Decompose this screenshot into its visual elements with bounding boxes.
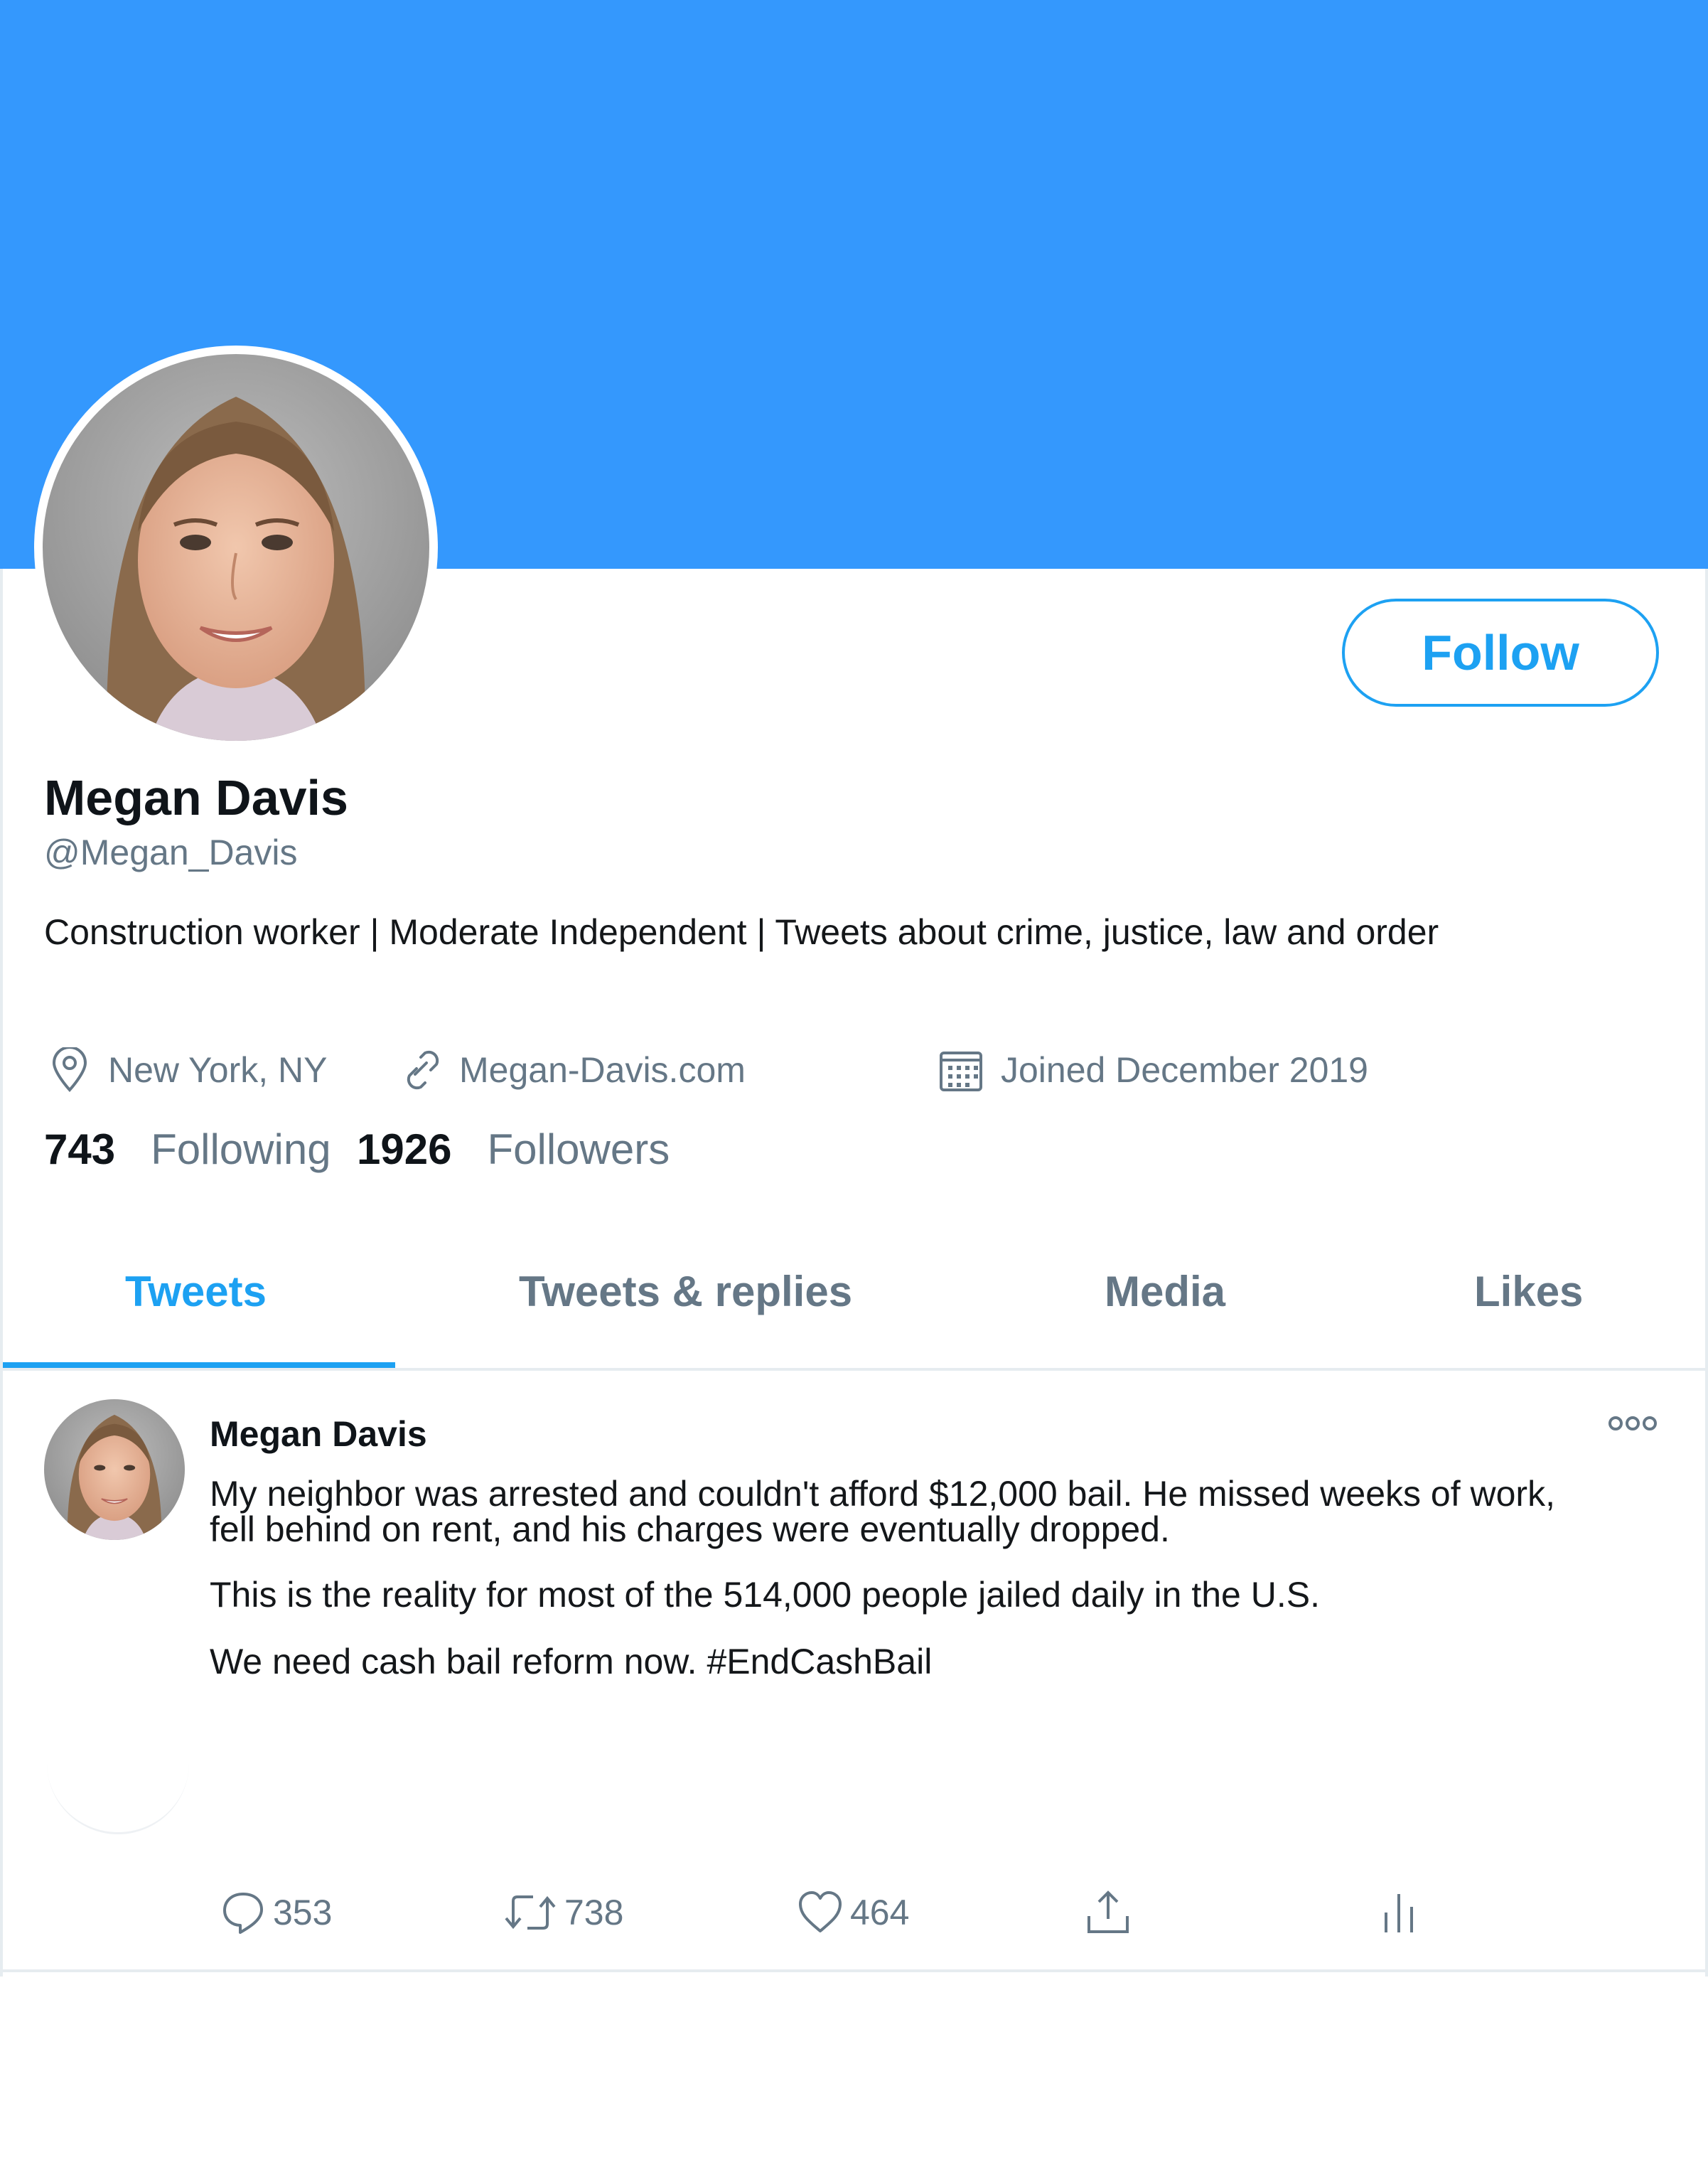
analytics-icon [1385,1894,1413,1932]
faded-avatar-outline [47,1692,189,1834]
calendar-icon [940,1052,982,1091]
followers-count: 1926 [357,1125,452,1173]
location-pin-icon [52,1047,87,1092]
tweet-text-line1: My neighbor was arrested and couldn't af… [210,1474,1555,1514]
website-link[interactable]: Megan-Davis.com [459,1049,746,1091]
profile-location: New York, NY [48,1045,327,1095]
followers-stat[interactable]: 1926 Followers [357,1125,670,1174]
tweet-author[interactable]: Megan Davis [210,1413,427,1455]
analytics-button[interactable] [1382,1884,1423,1941]
location-text: New York, NY [108,1050,328,1090]
tweet-more-button[interactable] [1608,1415,1658,1435]
tab-tweets-replies[interactable]: Tweets & replies [519,1267,852,1316]
profile-handle: @Megan_Davis [44,833,298,872]
tab-media[interactable]: Media [1105,1267,1225,1316]
retweet-count: 738 [564,1893,624,1932]
active-tab-indicator [3,1362,395,1368]
following-label: Following [151,1125,331,1173]
reply-icon [223,1893,263,1934]
retweet-button[interactable]: 738 [502,1884,623,1941]
tweet-text-line2: fell behind on rent, and his charges wer… [210,1509,1170,1549]
follow-button[interactable]: Follow [1342,599,1659,707]
link-icon [407,1050,439,1090]
share-icon [1087,1890,1129,1933]
heart-icon [799,1891,842,1932]
tweet-text-para3: We need cash bail reform now. #EndCashBa… [210,1642,933,1681]
profile-name: Megan Davis [44,770,348,825]
reply-count: 353 [273,1893,333,1932]
tweet-text-para2: This is the reality for most of the 514,… [210,1575,1320,1615]
joined-text: Joined December 2019 [1001,1050,1368,1090]
tweet-avatar[interactable] [44,1399,185,1540]
following-count: 743 [44,1125,116,1173]
profile-joined: Joined December 2019 [938,1045,1368,1095]
avatar[interactable] [43,354,429,741]
profile-website[interactable]: Megan-Davis.com [395,1045,746,1095]
like-count: 464 [850,1893,910,1932]
tabs-divider [3,1368,1705,1371]
profile-avatar-ring [34,346,438,749]
tab-likes[interactable]: Likes [1474,1267,1583,1316]
more-icon [1608,1416,1657,1430]
profile-bio: Construction worker | Moderate Independe… [44,912,1439,952]
followers-label: Followers [487,1125,670,1173]
reply-button[interactable]: 353 [219,1884,332,1941]
tweet-divider [0,1969,1708,1972]
like-button[interactable]: 464 [796,1884,909,1941]
share-button[interactable] [1083,1884,1139,1941]
tab-tweets[interactable]: Tweets [125,1267,267,1316]
following-stat[interactable]: 743 Following [44,1125,331,1174]
retweet-icon [505,1895,556,1930]
